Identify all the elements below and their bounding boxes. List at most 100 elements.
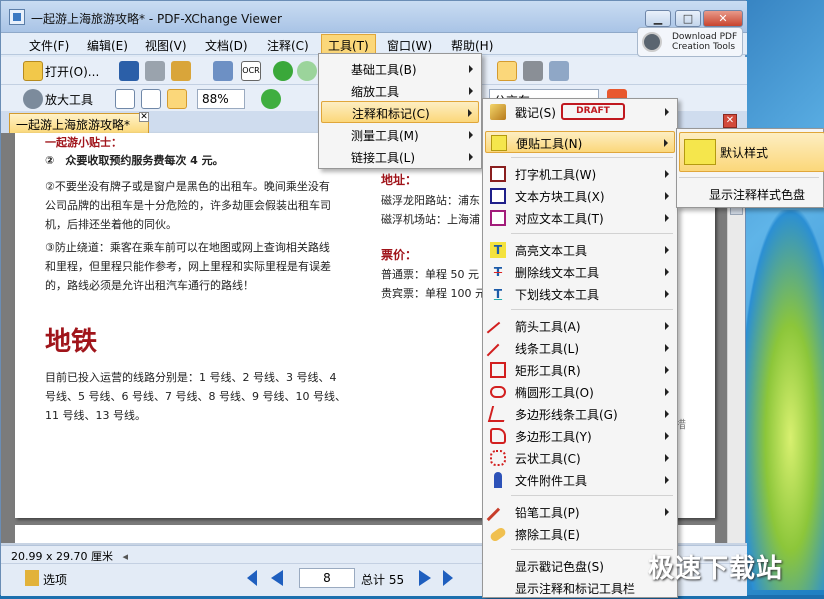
- underline-icon: T: [493, 287, 503, 301]
- page-size-readout: 20.99 x 29.70 厘米: [11, 550, 113, 563]
- site-watermark: 极速下载站: [648, 554, 784, 584]
- snapshot-icon[interactable]: [523, 61, 543, 81]
- tip-paragraph-1: ②不要坐没有牌子或是窗户是黑色的出租车。晚间乘坐没有 公司品牌的出租车是十分危险的…: [45, 180, 331, 231]
- open-folder-icon[interactable]: [23, 61, 43, 81]
- menu-view[interactable]: 视图(V): [139, 36, 193, 55]
- desktop-wallpaper-swoosh: [740, 210, 824, 590]
- print-icon[interactable]: [145, 61, 165, 81]
- hand-tool-icon[interactable]: [497, 61, 517, 81]
- menu-item-link-tools[interactable]: 链接工具(L): [321, 146, 479, 168]
- menu-file[interactable]: 文件(F): [23, 36, 75, 55]
- forward-icon[interactable]: [297, 61, 317, 81]
- minimize-button[interactable]: ▁: [645, 10, 671, 27]
- menu-item-measure-tools[interactable]: 测量工具(M): [321, 124, 479, 146]
- document-close-icon[interactable]: ✕: [723, 114, 737, 128]
- previous-page-icon[interactable]: [271, 570, 283, 586]
- tip-paragraph-2: ③防止绕道：乘客在乘车前可以在地图或网上查询相关路线 和里程，但里程只能作参考，网…: [45, 241, 331, 292]
- tools-menu: 基础工具(B) 缩放工具 注释和标记(C) 测量工具(M) 链接工具(L): [318, 53, 482, 169]
- first-page-icon[interactable]: [247, 570, 257, 586]
- tips-title: 一起游小贴士：: [45, 136, 122, 149]
- next-page-icon[interactable]: [419, 570, 431, 586]
- actual-size-icon[interactable]: [115, 89, 135, 109]
- menu-item-comment-markup[interactable]: 注释和标记(C): [321, 101, 479, 123]
- close-button[interactable]: ✕: [703, 10, 743, 27]
- tip-line: ② 众要收取预约服务费每次 4 元。: [45, 154, 224, 167]
- oval-icon: [490, 386, 506, 398]
- menu-item-arrow[interactable]: 箭头工具(A): [485, 315, 675, 345]
- select-tool-icon[interactable]: [549, 61, 569, 81]
- pushpin-icon: [494, 472, 502, 488]
- fit-width-icon[interactable]: [167, 89, 187, 109]
- menu-document[interactable]: 文档(D): [199, 36, 254, 55]
- callout-icon: [490, 210, 506, 226]
- menu-item-show-style-palette[interactable]: 显示注释样式色盘: [679, 183, 824, 205]
- menu-item-pencil[interactable]: 铅笔工具(P): [485, 501, 675, 531]
- menu-item-polyline[interactable]: 多边形线条工具(G): [485, 403, 675, 425]
- cloud-icon: [490, 450, 506, 466]
- metro-text: 目前已投入运营的线路分别是：1 号线、2 号线、3 号线、4 号线、5 号线、6 …: [45, 371, 346, 422]
- menu-item-line[interactable]: 线条工具(L): [485, 337, 675, 367]
- menu-item-textbox[interactable]: 文本方块工具(X): [485, 185, 675, 207]
- title-bar[interactable]: 一起游上海旅游攻略* - PDF-XChange Viewer ▁ □ ✕: [1, 1, 747, 33]
- page-number-input[interactable]: 8: [299, 568, 355, 588]
- menu-item-underline[interactable]: T 下划线文本工具: [485, 283, 675, 305]
- address-lines: 磁浮龙阳路站：浦东 磁浮机场站：上海浦: [381, 194, 480, 226]
- note-style-icon: [684, 139, 716, 165]
- note-icon: [491, 135, 507, 151]
- back-icon[interactable]: [273, 61, 293, 81]
- price-lines: 普通票：单程 50 元贵宾票：单程 100 元: [381, 268, 486, 300]
- metro-heading: 地铁: [45, 327, 98, 357]
- comment-markup-submenu: 戳记(S) DRAFT 便贴工具(N) 打字机工具(W) 文本方块工具(X) 对…: [482, 98, 678, 598]
- menu-item-file-attachment[interactable]: 文件附件工具: [485, 469, 675, 491]
- menu-item-note-tool[interactable]: 便贴工具(N): [485, 131, 675, 153]
- menu-item-show-markup-toolbar[interactable]: 显示注释和标记工具栏: [485, 577, 675, 599]
- menu-item-rectangle[interactable]: 矩形工具(R): [485, 359, 675, 381]
- window-title: 一起游上海旅游攻略* - PDF-XChange Viewer: [31, 12, 282, 26]
- menu-item-oval[interactable]: 椭圆形工具(O): [485, 381, 675, 403]
- menu-comments[interactable]: 注释(C): [261, 36, 315, 55]
- ocr-icon[interactable]: OCR: [241, 61, 261, 81]
- download-pdf-tools-button[interactable]: Download PDF Creation Tools: [637, 27, 743, 57]
- total-pages-label: 总计 55: [361, 573, 405, 587]
- scan-icon[interactable]: [171, 61, 191, 81]
- menu-bar: 文件(F) 编辑(E) 视图(V) 文档(D) 注释(C) 工具(T) 窗口(W…: [1, 33, 747, 57]
- polyline-icon: [487, 406, 509, 422]
- menu-edit[interactable]: 编辑(E): [81, 36, 134, 55]
- open-button-label[interactable]: 打开(O)...: [45, 63, 99, 80]
- maximize-button[interactable]: □: [675, 10, 701, 27]
- app-icon: [9, 9, 25, 25]
- zoom-tool-label[interactable]: 放大工具: [45, 91, 93, 108]
- tab-close-icon[interactable]: ✕: [139, 112, 149, 122]
- menu-item-typewriter[interactable]: 打字机工具(W): [485, 163, 675, 185]
- menu-item-stamp[interactable]: 戳记(S) DRAFT: [485, 101, 675, 125]
- zoom-tool-icon[interactable]: [23, 89, 43, 109]
- menu-item-show-stamp-palette[interactable]: 显示戳记色盘(S): [485, 555, 675, 577]
- strikeout-icon: T: [493, 265, 503, 279]
- menu-item-basic-tools[interactable]: 基础工具(B): [321, 58, 479, 80]
- find-icon[interactable]: [213, 61, 233, 81]
- options-button[interactable]: 选项: [43, 571, 67, 588]
- menu-item-strikeout[interactable]: T 删除线文本工具: [485, 261, 675, 283]
- fit-page-icon[interactable]: [141, 89, 161, 109]
- note-tool-submenu: 默认样式 显示注释样式色盘: [676, 128, 824, 208]
- menu-item-cloud[interactable]: 云状工具(C): [485, 447, 675, 469]
- menu-item-polygon[interactable]: 多边形工具(Y): [485, 425, 675, 447]
- menu-item-highlight[interactable]: T 高亮文本工具: [485, 239, 675, 261]
- last-page-icon[interactable]: [443, 570, 453, 586]
- menu-item-eraser[interactable]: 擦除工具(E): [485, 523, 675, 545]
- menu-item-callout[interactable]: 对应文本工具(T): [485, 207, 675, 229]
- menu-item-default-style[interactable]: 默认样式: [679, 132, 824, 172]
- draft-stamp-badge: DRAFT: [561, 103, 625, 120]
- save-icon[interactable]: [119, 61, 139, 81]
- download-icon: [642, 32, 662, 52]
- menu-item-zoom-tools[interactable]: 缩放工具: [321, 80, 479, 102]
- zoom-level-input[interactable]: 88%: [197, 89, 245, 109]
- stamp-icon: [490, 104, 506, 120]
- status-chevron-icon[interactable]: ◂: [122, 550, 128, 563]
- tab-document[interactable]: 一起游上海旅游攻略*: [9, 113, 149, 133]
- zoom-out-icon[interactable]: [261, 89, 281, 109]
- download-label: Download PDF Creation Tools: [672, 32, 738, 52]
- address-label: 地址：: [381, 173, 418, 187]
- price-label: 票价：: [381, 248, 418, 262]
- highlight-icon: T: [490, 242, 506, 258]
